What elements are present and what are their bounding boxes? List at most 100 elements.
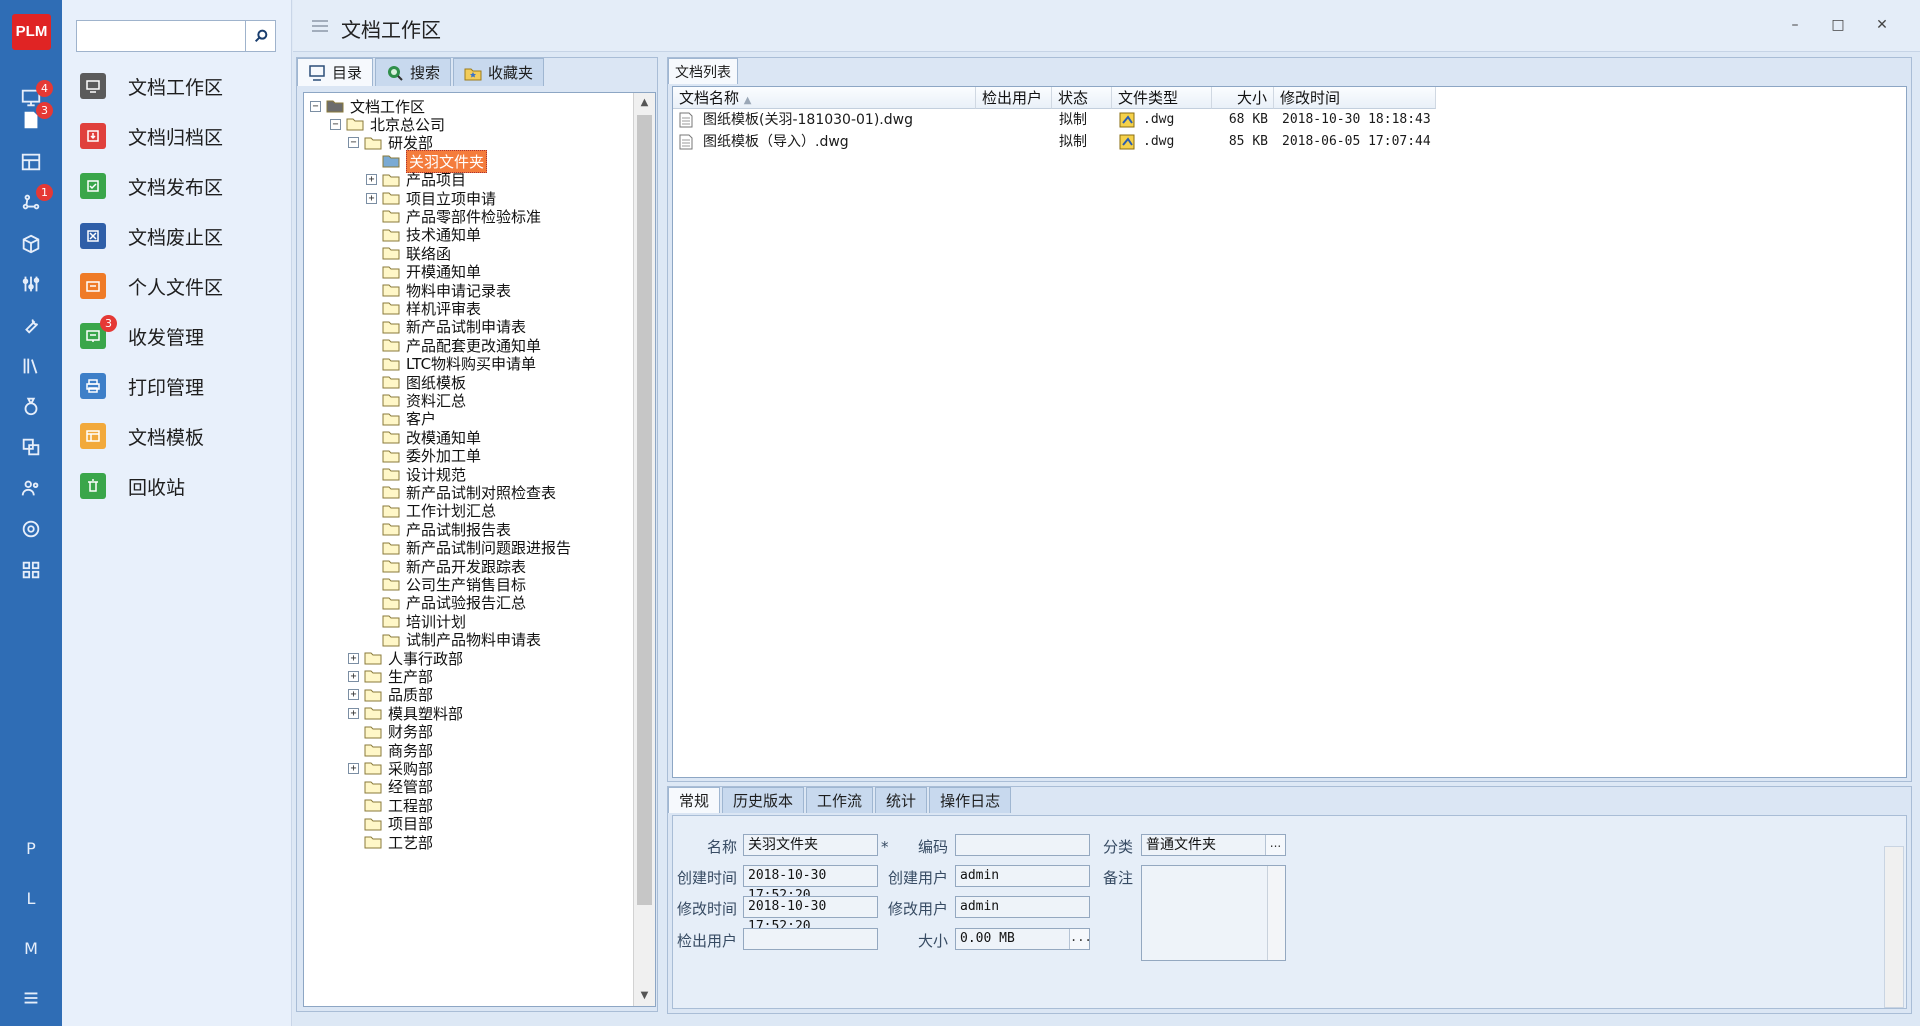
- folder-icon: [364, 136, 382, 150]
- hamburger-icon[interactable]: [0, 978, 62, 1018]
- moneybag-icon[interactable]: [0, 386, 62, 426]
- tab-document-list[interactable]: 文档列表: [668, 58, 738, 84]
- collapse-icon[interactable]: −: [330, 118, 341, 130]
- category-field[interactable]: 普通文件夹 ...: [1141, 834, 1286, 856]
- expand-icon[interactable]: +: [366, 192, 377, 204]
- name-field[interactable]: 关羽文件夹: [743, 834, 878, 856]
- modified-time-field[interactable]: 2018-10-30 17:52:20: [743, 896, 878, 934]
- tab-favorites[interactable]: 收藏夹: [453, 58, 545, 86]
- cube-icon[interactable]: [0, 224, 62, 264]
- tab-operation-log[interactable]: 操作日志: [929, 787, 1012, 813]
- layout-icon[interactable]: [0, 142, 62, 182]
- expand-icon[interactable]: +: [348, 670, 359, 682]
- tree-node[interactable]: 工艺部: [348, 831, 433, 853]
- folder-icon: [364, 725, 382, 739]
- settings-icon[interactable]: [0, 509, 62, 549]
- folder-icon: [382, 320, 400, 334]
- column-header-user[interactable]: 检出用户: [976, 87, 1052, 109]
- title-bar: 文档工作区 – □ ✕: [293, 0, 1920, 52]
- close-button[interactable]: ✕: [1867, 12, 1897, 38]
- expand-icon[interactable]: +: [348, 707, 359, 719]
- folder-icon: [382, 504, 400, 518]
- tree-scrollbar[interactable]: ▲ ▼: [633, 93, 655, 1006]
- menu-item-dispatch[interactable]: 3 收发管理: [76, 315, 286, 356]
- menu-label: 文档工作区: [128, 76, 224, 99]
- column-header-status[interactable]: 状态: [1052, 87, 1112, 109]
- rail-letter-l[interactable]: L: [0, 884, 62, 914]
- sliders-icon[interactable]: [0, 264, 62, 304]
- column-label: 文档名称: [679, 89, 740, 107]
- note-scrollbar[interactable]: [1267, 866, 1285, 960]
- menu-label: 回收站: [128, 476, 186, 499]
- exchange-icon[interactable]: [0, 427, 62, 467]
- menu-item-obsolete[interactable]: 文档废止区: [76, 216, 286, 256]
- menu-item-template[interactable]: 文档模板: [76, 416, 286, 456]
- users-icon[interactable]: [0, 468, 62, 508]
- menu-label: 个人文件区: [128, 276, 224, 299]
- folder-icon: [382, 596, 400, 610]
- sort-icon: ▲: [743, 95, 752, 106]
- tab-workflow[interactable]: 工作流: [806, 787, 874, 813]
- wrench-icon[interactable]: [0, 305, 62, 345]
- expand-icon[interactable]: +: [348, 762, 359, 774]
- tab-catalog[interactable]: 目录: [297, 58, 374, 86]
- module-menu: 文档工作区 文档归档区 文档发布区 文档废止区 个人文件区 3 收发管理 打印管…: [62, 0, 292, 1026]
- column-header-name[interactable]: 文档名称 ▲: [673, 87, 976, 109]
- document-status: 拟制: [1059, 134, 1087, 150]
- size-field[interactable]: 0.00 MB ...: [955, 928, 1092, 950]
- collapse-icon[interactable]: −: [348, 137, 359, 149]
- template-icon: [80, 423, 106, 449]
- search-icon[interactable]: [245, 21, 275, 51]
- workflow-icon[interactable]: 1: [0, 182, 62, 222]
- rail-letter-m[interactable]: M: [0, 934, 62, 964]
- column-header-size[interactable]: 大小: [1212, 87, 1274, 109]
- menu-item-publish[interactable]: 文档发布区: [76, 166, 286, 206]
- library-icon[interactable]: [0, 346, 62, 386]
- tab-statistics[interactable]: 统计: [875, 787, 928, 813]
- menu-item-workspace[interactable]: 文档工作区: [76, 66, 286, 106]
- menu-item-print[interactable]: 打印管理: [76, 366, 286, 406]
- menu-item-archive[interactable]: 文档归档区: [76, 116, 286, 156]
- document-name: 图纸模板(关羽-181030-01).dwg: [703, 112, 913, 128]
- maximize-button[interactable]: □: [1823, 12, 1853, 38]
- folder-icon: [364, 651, 382, 665]
- menu-item-recycle[interactable]: 回收站: [76, 466, 286, 506]
- column-header-type[interactable]: 文件类型: [1112, 87, 1212, 109]
- folder-icon: [346, 117, 364, 131]
- document-badge: 3: [36, 102, 53, 119]
- table-row[interactable]: 图纸模板（导入）.dwg 拟制 .dwg 85 KB 2018-06-05 17…: [673, 131, 1473, 153]
- menu-item-personal[interactable]: 个人文件区: [76, 266, 286, 306]
- table-row[interactable]: 图纸模板(关羽-181030-01).dwg 拟制 .dwg 68 KB 201…: [673, 109, 1473, 131]
- expand-icon[interactable]: +: [348, 652, 359, 664]
- category-picker-button[interactable]: ...: [1265, 835, 1285, 855]
- name-label: 名称: [706, 838, 737, 856]
- note-field[interactable]: [1141, 865, 1286, 961]
- collapse-icon[interactable]: −: [310, 100, 321, 112]
- column-header-modified[interactable]: 修改时间: [1274, 87, 1436, 109]
- creator-field[interactable]: admin: [955, 865, 1090, 887]
- tree-scroll-thumb[interactable]: [637, 115, 652, 905]
- tab-general[interactable]: 常规: [668, 787, 721, 813]
- detail-scrollbar[interactable]: [1884, 846, 1904, 1008]
- size-picker-button[interactable]: ...: [1069, 929, 1092, 949]
- tab-search[interactable]: 搜索: [375, 58, 452, 86]
- tree-node-label: 工艺部: [388, 833, 434, 852]
- grid-icon[interactable]: [0, 550, 62, 590]
- checkout-user-field[interactable]: [743, 928, 878, 950]
- created-time-field[interactable]: 2018-10-30 17:52:20: [743, 865, 878, 903]
- menu-search-input[interactable]: [76, 20, 276, 52]
- document-icon[interactable]: 3: [0, 100, 62, 140]
- expand-icon[interactable]: +: [366, 174, 377, 186]
- folder-icon: [364, 798, 382, 812]
- scroll-up-icon[interactable]: ▲: [634, 93, 655, 113]
- rail-letter-p[interactable]: P: [0, 834, 62, 864]
- minimize-button[interactable]: –: [1780, 12, 1810, 38]
- scroll-down-icon[interactable]: ▼: [634, 986, 655, 1006]
- menu-toggle-icon[interactable]: [311, 18, 329, 34]
- modifier-field[interactable]: admin: [955, 896, 1090, 918]
- tab-history[interactable]: 历史版本: [722, 787, 805, 813]
- expand-icon[interactable]: +: [348, 689, 359, 701]
- code-field[interactable]: [955, 834, 1090, 856]
- folder-icon: [364, 688, 382, 702]
- document-table: 文档名称 ▲ 检出用户 状态 文件类型 大小 修改时间 图纸模板(关羽-1810…: [672, 86, 1907, 778]
